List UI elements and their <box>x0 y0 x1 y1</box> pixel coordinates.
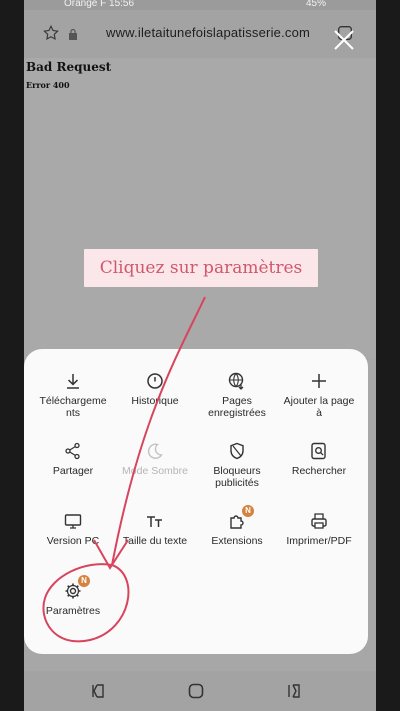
address-bar[interactable]: www.iletaitunefoislapatisserie.com <box>24 10 376 58</box>
menu-item-label: Pages enregistrées <box>208 395 266 419</box>
menu-item-settings[interactable]: N Paramètres <box>32 575 114 643</box>
system-navigation-bar <box>24 671 376 711</box>
new-badge: N <box>78 575 90 587</box>
menu-item-label: Imprimer/PDF <box>286 535 352 547</box>
page-subtitle: Error 400 <box>26 80 70 90</box>
close-icon[interactable] <box>332 28 356 52</box>
menu-item-label: Téléchargeme nts <box>39 395 107 419</box>
menu-item-add-page[interactable]: Ajouter la page à <box>278 371 360 433</box>
menu-item-downloads[interactable]: Téléchargeme nts <box>32 371 114 433</box>
puzzle-icon: N <box>227 505 254 531</box>
menu-item-label: Version PC <box>46 535 100 547</box>
menu-item-label: Paramètres <box>45 605 101 617</box>
battery-level: 45% <box>305 0 326 9</box>
lock-icon <box>69 28 77 40</box>
menu-item-print[interactable]: Imprimer/PDF <box>278 511 360 573</box>
menu-item-label: Historique <box>131 395 179 407</box>
browser-menu-sheet: Téléchargeme nts Historique Pages enregi… <box>24 349 368 654</box>
menu-item-history[interactable]: Historique <box>114 371 196 433</box>
menu-item-desktop-version[interactable]: Version PC <box>32 511 114 573</box>
menu-item-ad-blockers[interactable]: Bloqueurs publicités <box>196 441 278 503</box>
menu-item-label: Ajouter la page à <box>283 395 355 419</box>
carrier-label: Orange F <box>64 0 107 9</box>
status-bar: Orange F 15:56 45% <box>24 0 376 10</box>
menu-item-share[interactable]: Partager <box>32 441 114 503</box>
menu-item-label: Rechercher <box>291 465 347 477</box>
url-text[interactable]: www.iletaitunefoislapatisserie.com <box>106 25 310 40</box>
page-content: Bad Request Error 400 <box>24 58 376 358</box>
menu-item-text-size[interactable]: Taille du texte <box>114 511 196 573</box>
menu-grid: Téléchargeme nts Historique Pages enregi… <box>32 371 360 643</box>
menu-item-label: Taille du texte <box>122 535 188 547</box>
home-icon[interactable] <box>186 681 206 701</box>
back-icon[interactable] <box>284 681 304 701</box>
clock: 15:56 <box>109 0 135 9</box>
menu-item-find[interactable]: Rechercher <box>278 441 360 503</box>
menu-item-dark-mode[interactable]: Mode Sombre <box>114 441 196 503</box>
menu-item-label: Partager <box>52 465 94 477</box>
bookmark-star-icon[interactable] <box>42 24 60 42</box>
plus-icon <box>309 371 329 391</box>
page-title: Bad Request <box>26 60 112 74</box>
new-badge: N <box>242 505 254 517</box>
menu-item-extensions[interactable]: N Extensions <box>196 505 278 573</box>
menu-item-label: Bloqueurs publicités <box>213 465 261 489</box>
saved-pages-icon <box>227 371 247 391</box>
history-icon <box>145 371 165 391</box>
share-icon <box>63 441 83 461</box>
text-size-icon <box>145 511 165 531</box>
desktop-icon <box>63 511 83 531</box>
instruction-annotation: Cliquez sur paramètres <box>84 249 318 287</box>
moon-icon <box>145 441 165 461</box>
recent-apps-icon[interactable] <box>88 681 108 701</box>
shield-icon <box>227 441 247 461</box>
menu-item-label: Mode Sombre <box>122 465 188 477</box>
menu-item-label: Extensions <box>211 535 263 547</box>
gear-icon: N <box>63 575 90 601</box>
menu-item-saved-pages[interactable]: Pages enregistrées <box>196 371 278 433</box>
print-icon <box>309 511 329 531</box>
status-left: Orange F 15:56 <box>64 0 134 9</box>
find-icon <box>309 441 329 461</box>
download-icon <box>63 371 83 391</box>
